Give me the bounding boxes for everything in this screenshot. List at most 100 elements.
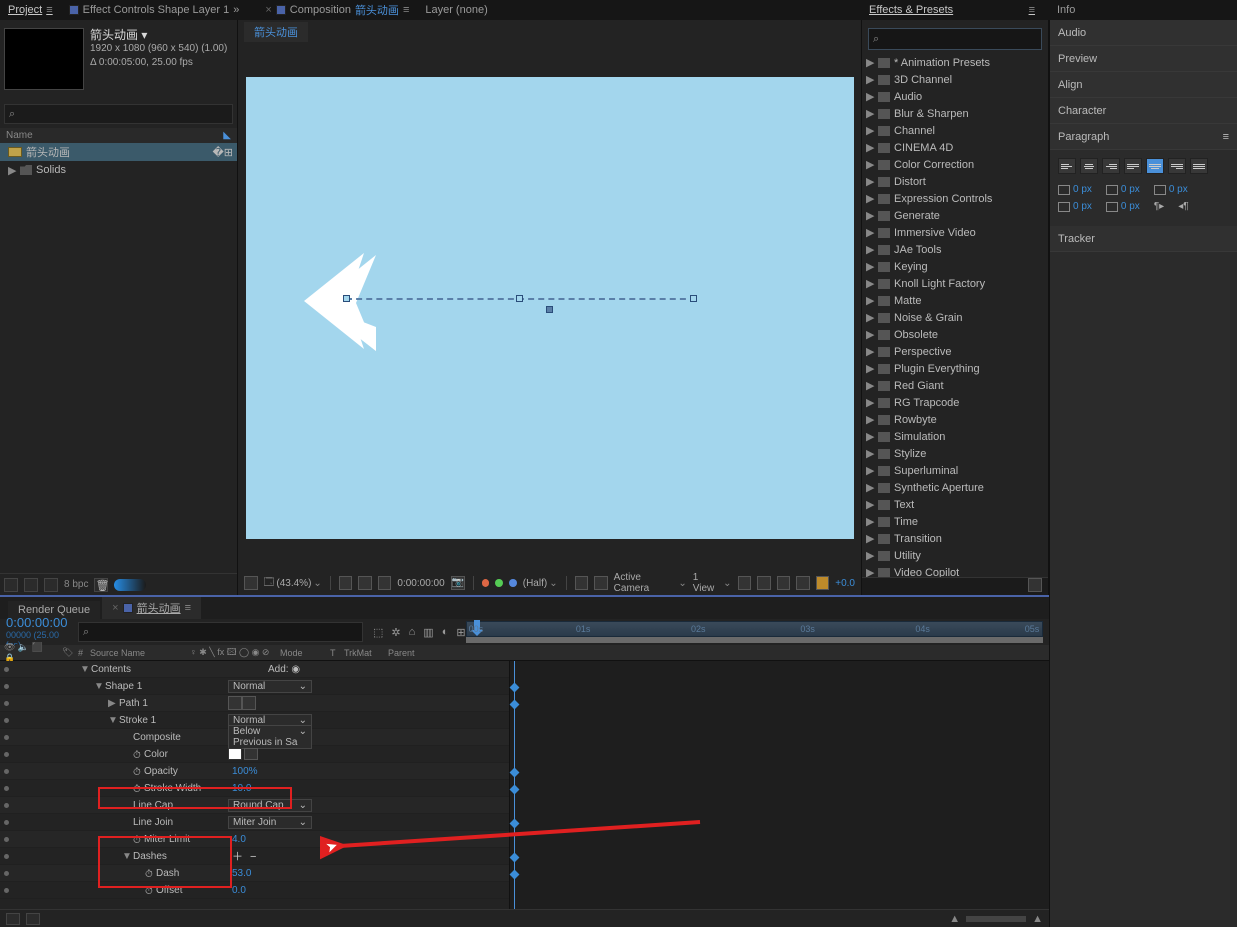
indent-left-field[interactable]: 0 px [1058,184,1092,195]
keyframe-marker[interactable] [510,785,520,795]
panel-menu-icon[interactable]: ≡ [185,602,191,614]
property-value[interactable]: 10.0 [228,783,251,794]
effects-category-row[interactable]: ▶Perspective [862,343,1048,360]
tree-caret-icon[interactable]: ▶ [866,175,874,188]
tree-caret-icon[interactable]: ▶ [866,209,874,222]
tree-caret-icon[interactable]: ▶ [866,515,874,528]
keyframe-marker[interactable] [510,768,520,778]
time-navigator[interactable] [466,637,1043,643]
visibility-dot[interactable] [4,752,9,757]
visibility-dot[interactable] [4,837,9,842]
col-parent[interactable]: Parent [384,648,434,658]
tree-caret-icon[interactable]: ▶ [866,124,874,137]
timeline-property-row[interactable]: ▼Shape 1Normal⌄ [0,678,509,695]
resolution-dropdown[interactable]: (Half) [523,578,558,589]
effects-category-row[interactable]: ▶Superluminal [862,462,1048,479]
path-tangent-handle[interactable] [546,306,553,313]
space-after-field[interactable]: 0 px [1106,201,1140,212]
col-num[interactable]: # [74,648,86,658]
timeline-property-row[interactable]: ⏱Dash53.0 [0,865,509,882]
flowchart-icon[interactable]: �⊞ [213,146,234,159]
tree-caret-icon[interactable]: ▶ [866,532,874,545]
effects-category-row[interactable]: ▶Expression Controls [862,190,1048,207]
tab-info[interactable]: Info [1049,0,1237,20]
keyframe-marker[interactable] [510,853,520,863]
fast-preview-button[interactable] [757,576,771,590]
col-source[interactable]: Source Name [86,648,186,658]
tree-caret-icon[interactable]: ▶ [108,698,116,709]
panel-header-align[interactable]: Align [1050,72,1237,98]
effects-category-row[interactable]: ▶Matte [862,292,1048,309]
visibility-dot[interactable] [4,735,9,740]
bpc-toggle[interactable]: 8 bpc [64,579,88,590]
toggle-modes-button[interactable] [26,913,40,925]
path-vertex-handle[interactable] [343,295,350,302]
property-dropdown[interactable]: Round Cap⌄ [228,799,312,812]
tree-caret-icon[interactable]: ▼ [94,681,102,692]
visibility-dot[interactable] [4,769,9,774]
views-dropdown[interactable]: 1 View [693,572,732,594]
timeline-property-row[interactable]: ⏱Opacity100% [0,763,509,780]
tree-caret-icon[interactable]: ▶ [866,464,874,477]
timeline-track-area[interactable] [510,661,1049,909]
panel-menu-icon[interactable]: ≡ [1223,131,1229,143]
path-ops-icon[interactable] [228,696,242,710]
property-value[interactable]: 4.0 [228,834,246,845]
path-vertex-handle[interactable] [690,295,697,302]
timeline-property-row[interactable]: ⏱Color [0,746,509,763]
keyframe-marker[interactable] [510,683,520,693]
visibility-dot[interactable] [4,888,9,893]
mask-toggle-button[interactable] [378,576,392,590]
effects-category-row[interactable]: ▶Video Copilot [862,564,1048,577]
tree-caret-icon[interactable]: ▶ [866,56,874,69]
tree-caret-icon[interactable]: ▶ [866,192,874,205]
effects-category-row[interactable]: ▶Red Giant [862,377,1048,394]
effects-category-row[interactable]: ▶Obsolete [862,326,1048,343]
tab-composition[interactable]: × Composition 箭头动画 ≡ [257,0,417,20]
effects-category-row[interactable]: ▶Noise & Grain [862,309,1048,326]
project-column-header[interactable]: Name ◣ [0,128,237,143]
effects-category-row[interactable]: ▶Plugin Everything [862,360,1048,377]
tree-caret-icon[interactable]: ▶ [866,226,874,239]
composition-viewer[interactable] [246,77,854,539]
tab-timeline-comp[interactable]: × 箭头动画 ≡ [102,597,201,619]
justify-last-right-button[interactable] [1168,158,1186,174]
space-before-field[interactable]: 0 px [1058,201,1092,212]
effects-category-row[interactable]: ▶RG Trapcode [862,394,1048,411]
col-trkmat[interactable]: TrkMat [340,648,384,658]
hide-shy-button[interactable]: ⌂ [409,626,416,639]
stopwatch-icon[interactable]: ⏱ [133,750,141,758]
reset-exposure-button[interactable] [816,576,830,590]
timeline-button[interactable] [777,576,791,590]
flowchart-button[interactable] [796,576,810,590]
visibility-dot[interactable] [4,803,9,808]
text-direction-rtl[interactable]: ◂¶ [1178,201,1188,212]
tree-caret-icon[interactable]: ▶ [866,447,874,460]
timeline-property-row[interactable]: ▶Path 1 [0,695,509,712]
project-search-input[interactable]: ⌕ [4,104,233,124]
tree-caret-icon[interactable]: ▶ [866,549,874,562]
effects-category-row[interactable]: ▶Synthetic Aperture [862,479,1048,496]
justify-last-center-button[interactable] [1146,158,1164,174]
effects-category-row[interactable]: ▶Color Correction [862,156,1048,173]
panel-menu-icon[interactable]: ≡ [1029,4,1041,16]
tab-project[interactable]: Project ≡ [0,0,61,20]
zoom-in-icon[interactable]: ▲ [1032,913,1043,925]
text-direction-ltr[interactable]: ¶▸ [1154,201,1164,212]
tree-caret-icon[interactable]: ▶ [866,158,874,171]
interpret-footage-button[interactable] [4,578,18,592]
effects-category-row[interactable]: ▶Keying [862,258,1048,275]
effects-category-row[interactable]: ▶Knoll Light Factory [862,275,1048,292]
panel-header-preview[interactable]: Preview [1050,46,1237,72]
timeline-layer-outline[interactable]: ▼ContentsAdd: ◉▼Shape 1Normal⌄▶Path 1▼St… [0,661,510,909]
tree-caret-icon[interactable]: ▼ [108,715,116,726]
tree-caret-icon[interactable]: ▶ [866,481,874,494]
align-right-button[interactable] [1102,158,1120,174]
panel-header-paragraph[interactable]: Paragraph≡ [1050,124,1237,150]
tab-effects-presets[interactable]: Effects & Presets ≡ [861,0,1049,20]
tree-caret-icon[interactable]: ▶ [8,164,16,177]
zoom-slider[interactable] [966,916,1026,922]
tree-caret-icon[interactable]: ▶ [866,294,874,307]
tab-overflow-icon[interactable]: » [233,4,239,16]
align-center-button[interactable] [1080,158,1098,174]
